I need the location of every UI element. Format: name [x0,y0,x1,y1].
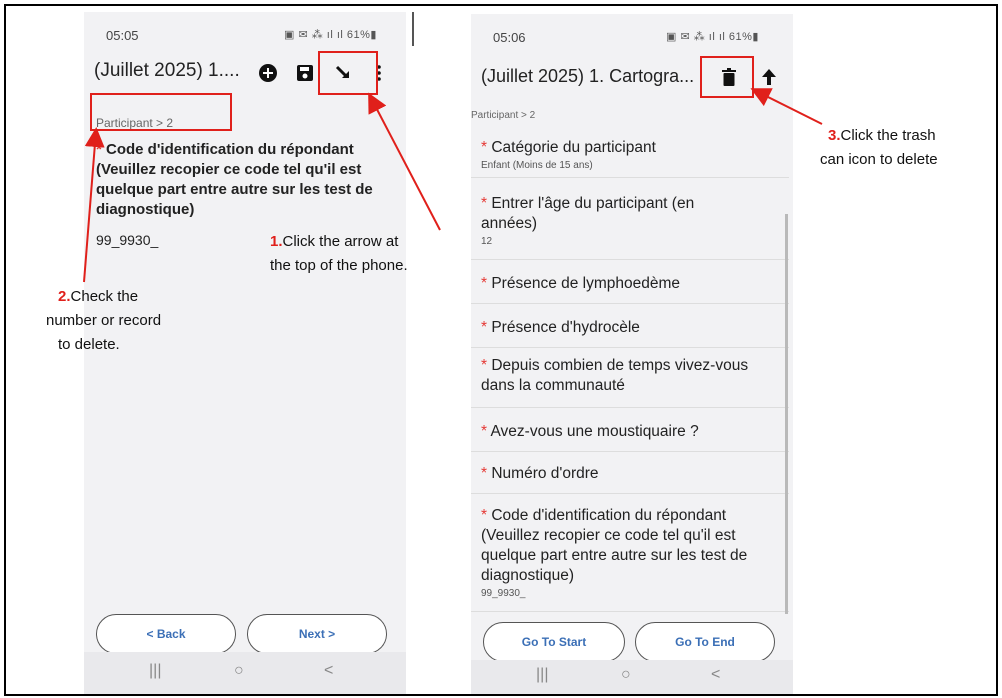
step2-annotation: 2.Check the number or record to delete. [46,288,162,353]
step3-annotation: 3.Click the trash can icon to delete [820,127,938,168]
step1-annotation: 1.Click the arrow at the top of the phon… [270,233,408,274]
